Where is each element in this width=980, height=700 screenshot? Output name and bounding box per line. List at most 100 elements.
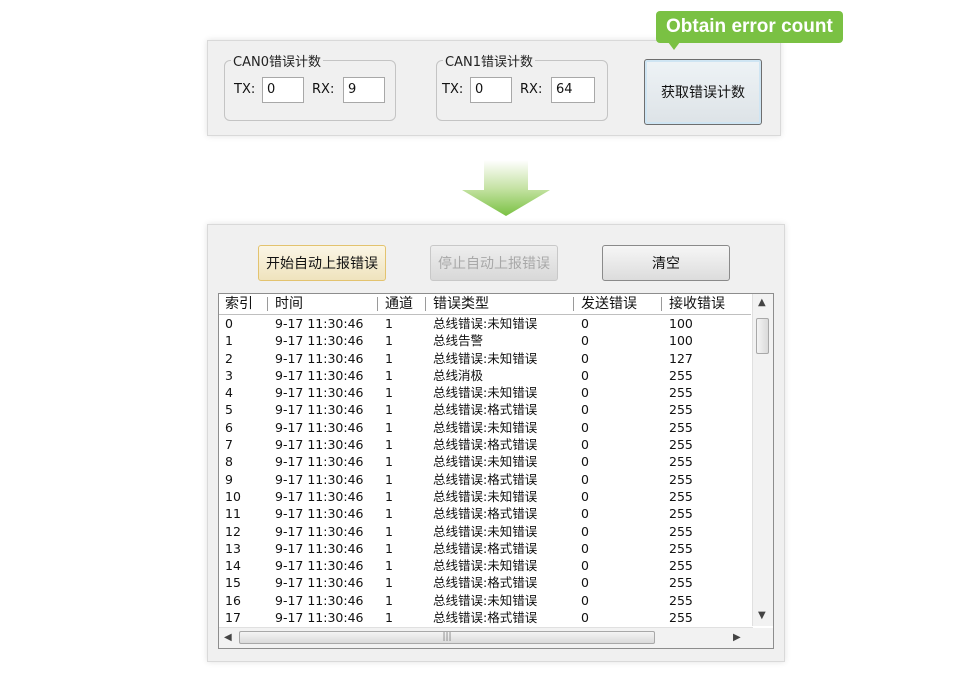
- cell-rx-errors: 100: [669, 316, 693, 331]
- table-row[interactable]: 3 9-17 11:30:46 1 总线消极 0 255: [219, 367, 751, 384]
- scroll-up-icon[interactable]: ▲: [758, 297, 766, 308]
- cell-rx-errors: 255: [669, 437, 693, 453]
- column-separator[interactable]: [661, 297, 662, 311]
- scroll-corner: [753, 628, 773, 648]
- error-report-panel: 开始自动上报错误 停止自动上报错误 清空 索引 时间 通道 错误类型 发送错误 接收错误 …: [207, 224, 785, 662]
- cell-channel: 1: [385, 558, 393, 574]
- vertical-scroll-thumb[interactable]: [756, 318, 769, 354]
- cell-error-type: 总线错误:未知错误: [433, 488, 538, 504]
- cell-index: 4: [225, 385, 233, 401]
- can0-tx-field[interactable]: 0: [262, 77, 304, 103]
- horizontal-scroll-thumb[interactable]: |||: [239, 631, 655, 644]
- column-header-index[interactable]: 索引: [221, 294, 253, 314]
- cell-channel: 1: [385, 523, 393, 539]
- cell-time: 9-17 11:30:46: [275, 333, 364, 349]
- cell-channel: 1: [385, 350, 393, 366]
- cell-channel: 1: [385, 402, 393, 418]
- cell-channel: 1: [385, 316, 393, 331]
- cell-channel: 1: [385, 592, 393, 608]
- stop-auto-report-button[interactable]: 停止自动上报错误: [430, 245, 558, 281]
- cell-index: 15: [225, 575, 241, 591]
- table-row[interactable]: 1 9-17 11:30:46 1 总线告警 0 100: [219, 332, 751, 349]
- cell-error-type: 总线错误:格式错误: [433, 437, 538, 453]
- column-header-time[interactable]: 时间: [271, 294, 303, 314]
- cell-time: 9-17 11:30:46: [275, 488, 364, 504]
- cell-tx-errors: 0: [581, 385, 589, 401]
- table-row[interactable]: 11 9-17 11:30:46 1 总线错误:格式错误 0 255: [219, 505, 751, 522]
- can0-rx-field[interactable]: 9: [343, 77, 385, 103]
- cell-channel: 1: [385, 471, 393, 487]
- table-row[interactable]: 10 9-17 11:30:46 1 总线错误:未知错误 0 255: [219, 488, 751, 505]
- cell-index: 9: [225, 471, 233, 487]
- table-row[interactable]: 9 9-17 11:30:46 1 总线错误:格式错误 0 255: [219, 471, 751, 488]
- cell-time: 9-17 11:30:46: [275, 385, 364, 401]
- cell-index: 7: [225, 437, 233, 453]
- cell-index: 11: [225, 506, 241, 522]
- cell-tx-errors: 0: [581, 333, 589, 349]
- column-header-rx-errors[interactable]: 接收错误: [665, 294, 725, 314]
- column-header-channel[interactable]: 通道: [381, 294, 413, 314]
- cell-error-type: 总线错误:未知错误: [433, 350, 538, 366]
- column-separator[interactable]: [377, 297, 378, 311]
- cell-tx-errors: 0: [581, 471, 589, 487]
- scroll-right-icon[interactable]: ▶: [733, 632, 741, 643]
- scroll-down-icon[interactable]: ▼: [758, 610, 766, 621]
- table-row[interactable]: 17 9-17 11:30:46 1 总线错误:格式错误 0 255: [219, 609, 751, 626]
- cell-time: 9-17 11:30:46: [275, 454, 364, 470]
- column-separator[interactable]: [425, 297, 426, 311]
- table-row[interactable]: 14 9-17 11:30:46 1 总线错误:未知错误 0 255: [219, 557, 751, 574]
- column-header-error-type[interactable]: 错误类型: [429, 294, 489, 314]
- cell-rx-errors: 255: [669, 385, 693, 401]
- down-arrow-icon: [462, 160, 550, 216]
- cell-channel: 1: [385, 488, 393, 504]
- table-row[interactable]: 2 9-17 11:30:46 1 总线错误:未知错误 0 127: [219, 350, 751, 367]
- cell-rx-errors: 255: [669, 540, 693, 556]
- obtain-error-count-button[interactable]: 获取错误计数: [644, 59, 762, 125]
- cell-time: 9-17 11:30:46: [275, 592, 364, 608]
- table-row[interactable]: 5 9-17 11:30:46 1 总线错误:格式错误 0 255: [219, 401, 751, 418]
- cell-tx-errors: 0: [581, 367, 589, 383]
- cell-error-type: 总线错误:格式错误: [433, 471, 538, 487]
- column-separator[interactable]: [573, 297, 574, 311]
- clear-button[interactable]: 清空: [602, 245, 730, 281]
- cell-rx-errors: 255: [669, 592, 693, 608]
- cell-channel: 1: [385, 610, 393, 626]
- cell-rx-errors: 255: [669, 488, 693, 504]
- cell-tx-errors: 0: [581, 592, 589, 608]
- vertical-scrollbar[interactable]: ▲ ▼: [752, 294, 773, 626]
- cell-index: 8: [225, 454, 233, 470]
- cell-error-type: 总线错误:未知错误: [433, 592, 538, 608]
- table-row[interactable]: 15 9-17 11:30:46 1 总线错误:格式错误 0 255: [219, 574, 751, 591]
- table-row[interactable]: 16 9-17 11:30:46 1 总线错误:未知错误 0 255: [219, 592, 751, 609]
- table-row[interactable]: 12 9-17 11:30:46 1 总线错误:未知错误 0 255: [219, 523, 751, 540]
- can1-group-title: CAN1错误计数: [445, 55, 533, 70]
- table-row[interactable]: 8 9-17 11:30:46 1 总线错误:未知错误 0 255: [219, 453, 751, 470]
- cell-rx-errors: 255: [669, 419, 693, 435]
- cell-error-type: 总线错误:格式错误: [433, 610, 538, 626]
- cell-index: 2: [225, 350, 233, 366]
- cell-time: 9-17 11:30:46: [275, 558, 364, 574]
- table-row[interactable]: 7 9-17 11:30:46 1 总线错误:格式错误 0 255: [219, 436, 751, 453]
- cell-rx-errors: 255: [669, 506, 693, 522]
- cell-index: 3: [225, 367, 233, 383]
- column-header-tx-errors[interactable]: 发送错误: [577, 294, 637, 314]
- cell-error-type: 总线错误:格式错误: [433, 506, 538, 522]
- cell-error-type: 总线错误:未知错误: [433, 523, 538, 539]
- table-row[interactable]: 6 9-17 11:30:46 1 总线错误:未知错误 0 255: [219, 419, 751, 436]
- cell-tx-errors: 0: [581, 540, 589, 556]
- table-body: 0 9-17 11:30:46 1 总线错误:未知错误 0 100 1 9-17 11:30:…: [219, 315, 751, 626]
- can1-rx-field[interactable]: 64: [551, 77, 595, 103]
- table-row[interactable]: 0 9-17 11:30:46 1 总线错误:未知错误 0 100: [219, 315, 751, 332]
- table-row[interactable]: 13 9-17 11:30:46 1 总线错误:格式错误 0 255: [219, 540, 751, 557]
- can1-tx-field[interactable]: 0: [470, 77, 512, 103]
- horizontal-scrollbar[interactable]: ◀ ||| ▶: [219, 627, 753, 648]
- cell-channel: 1: [385, 437, 393, 453]
- start-auto-report-button[interactable]: 开始自动上报错误: [258, 245, 386, 281]
- cell-time: 9-17 11:30:46: [275, 610, 364, 626]
- table-row[interactable]: 4 9-17 11:30:46 1 总线错误:未知错误 0 255: [219, 384, 751, 401]
- column-separator[interactable]: [267, 297, 268, 311]
- scroll-left-icon[interactable]: ◀: [224, 632, 232, 643]
- cell-time: 9-17 11:30:46: [275, 506, 364, 522]
- can0-tx-label: TX:: [234, 82, 256, 97]
- cell-time: 9-17 11:30:46: [275, 419, 364, 435]
